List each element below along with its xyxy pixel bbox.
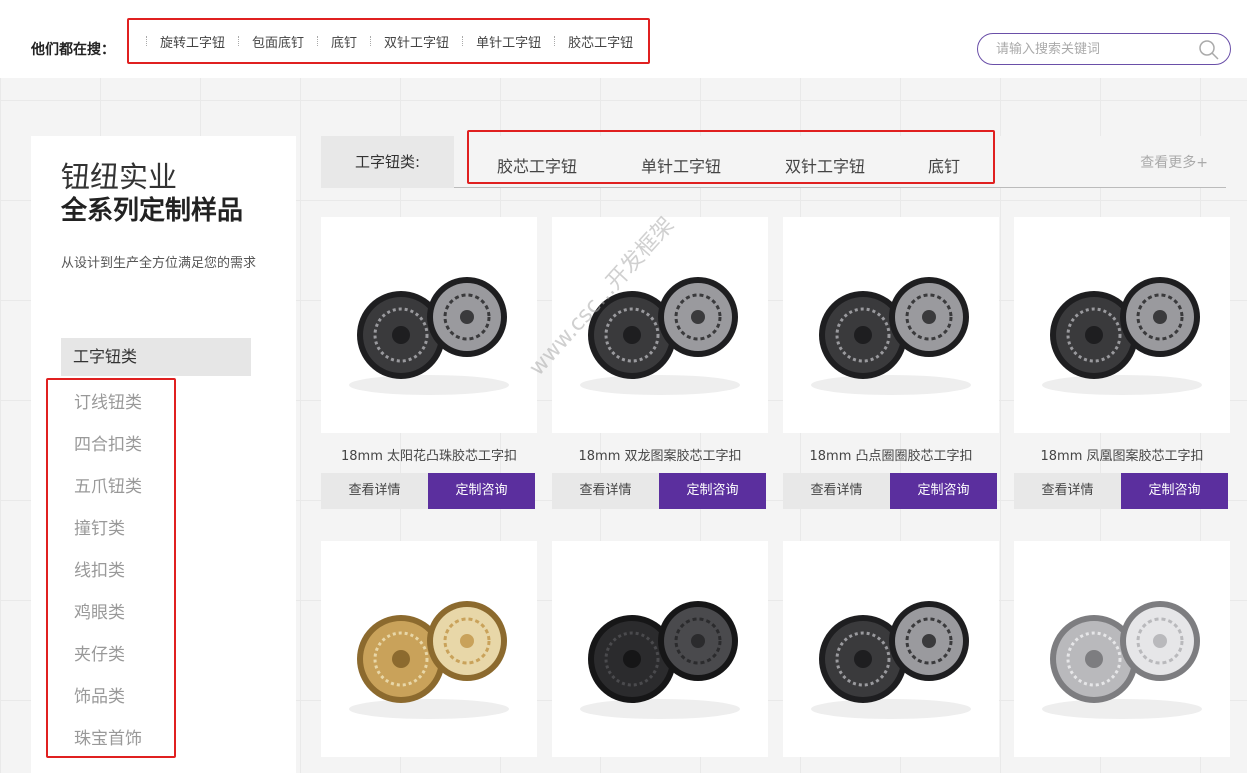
sidebar-item[interactable]: 饰品类 xyxy=(74,682,125,707)
search-input[interactable] xyxy=(996,39,1186,59)
sidebar-item[interactable]: 珠宝首饰 xyxy=(74,724,142,749)
hot-search-label: 他们都在搜： xyxy=(31,42,115,58)
sidebar-heading: 全系列定制样品 xyxy=(61,196,244,226)
product-name: 18mm 凤凰图案胶芯工字扣 xyxy=(1040,449,1204,464)
tab-item[interactable]: 双针工字钮 xyxy=(785,153,865,177)
separator xyxy=(238,36,240,46)
custom-consult-button[interactable]: 定制咨询 xyxy=(428,473,535,509)
top-bar: 他们都在搜： 旋转工字钮 包面底钉 底钉 双针工字钮 单针工字钮 胶芯工字钮 xyxy=(0,0,1247,78)
sidebar-item[interactable]: 订线钮类 xyxy=(74,388,142,413)
product-image[interactable] xyxy=(552,217,768,433)
sidebar-item[interactable]: 线扣类 xyxy=(74,556,125,581)
sidebar-item[interactable]: 四合扣类 xyxy=(74,430,142,455)
tab-item[interactable]: 底钉 xyxy=(928,153,960,177)
hot-search-link[interactable]: 旋转工字钮 xyxy=(160,32,225,51)
tabs-label: 工字钮类: xyxy=(321,136,454,188)
hot-search-link[interactable]: 包面底钉 xyxy=(252,32,304,51)
sidebar-item[interactable]: 夹仔类 xyxy=(74,640,125,665)
product-image[interactable] xyxy=(783,217,999,433)
product-image[interactable] xyxy=(321,217,537,433)
hot-search-list: 旋转工字钮 包面底钉 底钉 双针工字钮 单针工字钮 胶芯工字钮 xyxy=(127,18,650,64)
product-image[interactable] xyxy=(1014,217,1230,433)
view-details-button[interactable]: 查看详情 xyxy=(783,473,890,509)
sidebar-item[interactable]: 五爪钮类 xyxy=(74,472,142,497)
tab-item[interactable]: 单针工字钮 xyxy=(641,153,721,177)
sidebar-item[interactable]: 鸡眼类 xyxy=(74,598,125,623)
search-box xyxy=(977,33,1231,65)
view-details-button[interactable]: 查看详情 xyxy=(321,473,428,509)
separator xyxy=(317,36,319,46)
tab-item[interactable]: 胶芯工字钮 xyxy=(497,153,577,177)
custom-consult-button[interactable]: 定制咨询 xyxy=(659,473,766,509)
category-sidebar: 钮纽实业 全系列定制样品 从设计到生产全方位满足您的需求 工字钮类 订线钮类 四… xyxy=(31,136,296,773)
custom-consult-button[interactable]: 定制咨询 xyxy=(1121,473,1228,509)
sidebar-item[interactable]: 撞钉类 xyxy=(74,514,125,539)
category-tabs: 工字钮类: 胶芯工字钮 单针工字钮 双针工字钮 底钉 查看更多+ xyxy=(321,130,1226,188)
sidebar-item-active[interactable]: 工字钮类 xyxy=(61,338,251,376)
hot-search-link[interactable]: 底钉 xyxy=(331,32,357,51)
product-image[interactable] xyxy=(321,541,537,757)
search-icon[interactable] xyxy=(1198,39,1220,61)
hot-search-link[interactable]: 单针工字钮 xyxy=(476,32,541,51)
separator xyxy=(554,36,556,46)
see-more-link[interactable]: 查看更多+ xyxy=(1140,152,1208,172)
hot-search-link[interactable]: 双针工字钮 xyxy=(384,32,449,51)
product-name: 18mm 双龙图案胶芯工字扣 xyxy=(578,449,742,464)
product-image[interactable] xyxy=(1014,541,1230,757)
view-details-button[interactable]: 查看详情 xyxy=(552,473,659,509)
separator xyxy=(370,36,372,46)
product-name: 18mm 凸点圈圈胶芯工字扣 xyxy=(809,449,973,464)
product-name: 18mm 太阳花凸珠胶芯工字扣 xyxy=(340,449,517,464)
product-image[interactable] xyxy=(552,541,768,757)
separator xyxy=(462,36,464,46)
hot-search-link[interactable]: 胶芯工字钮 xyxy=(568,32,633,51)
separator xyxy=(146,36,147,46)
sidebar-subtitle: 从设计到生产全方位满足您的需求 xyxy=(61,256,257,271)
view-details-button[interactable]: 查看详情 xyxy=(1014,473,1121,509)
product-image[interactable] xyxy=(783,541,999,757)
custom-consult-button[interactable]: 定制咨询 xyxy=(890,473,997,509)
